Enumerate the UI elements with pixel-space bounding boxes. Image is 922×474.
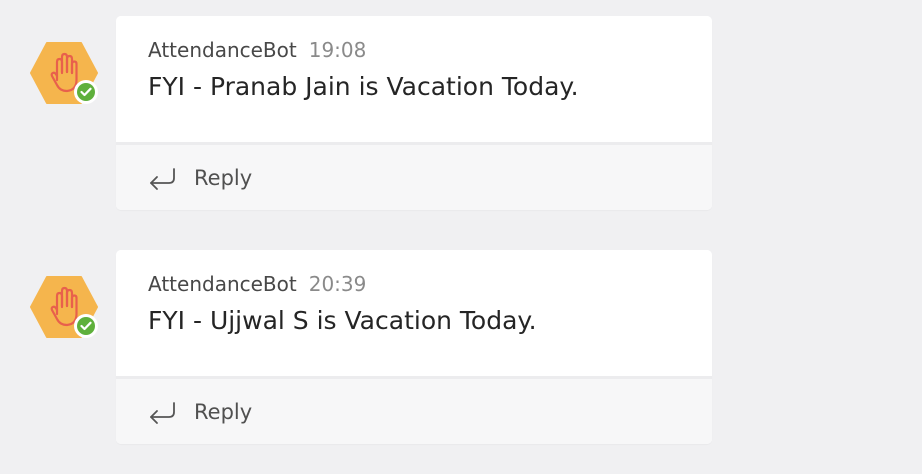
message-card: AttendanceBot 19:08 FYI - Pranab Jain is … [116,16,712,210]
reply-button[interactable]: Reply [146,163,252,193]
message-header: AttendanceBot 20:39 [148,271,366,297]
message-body: AttendanceBot 20:39 FYI - Ujjwal S is Vac… [116,250,712,376]
message-body: AttendanceBot 19:08 FYI - Pranab Jain is … [116,16,712,142]
sender-name[interactable]: AttendanceBot [148,38,297,62]
message-card: AttendanceBot 20:39 FYI - Ujjwal S is Vac… [116,250,712,444]
available-check-icon [80,87,92,97]
status-available-badge [74,314,98,338]
message-timestamp: 19:08 [308,38,367,62]
reply-arrow-icon [150,168,175,190]
reply-bar: Reply [116,379,712,444]
message-text: FYI - Ujjwal S is Vacation Today. [148,306,537,335]
reply-arrow-icon [150,402,175,424]
available-check-icon [80,321,92,331]
reply-bar: Reply [116,145,712,210]
avatar[interactable] [30,42,98,104]
reply-button[interactable]: Reply [146,397,252,427]
status-available-badge [74,80,98,104]
message-header: AttendanceBot 19:08 [148,37,366,63]
message-timestamp: 20:39 [308,272,367,296]
reply-label: Reply [194,166,253,190]
sender-name[interactable]: AttendanceBot [148,272,297,296]
message-text: FYI - Pranab Jain is Vacation Today. [148,72,579,101]
avatar[interactable] [30,276,98,338]
reply-label: Reply [194,400,253,424]
